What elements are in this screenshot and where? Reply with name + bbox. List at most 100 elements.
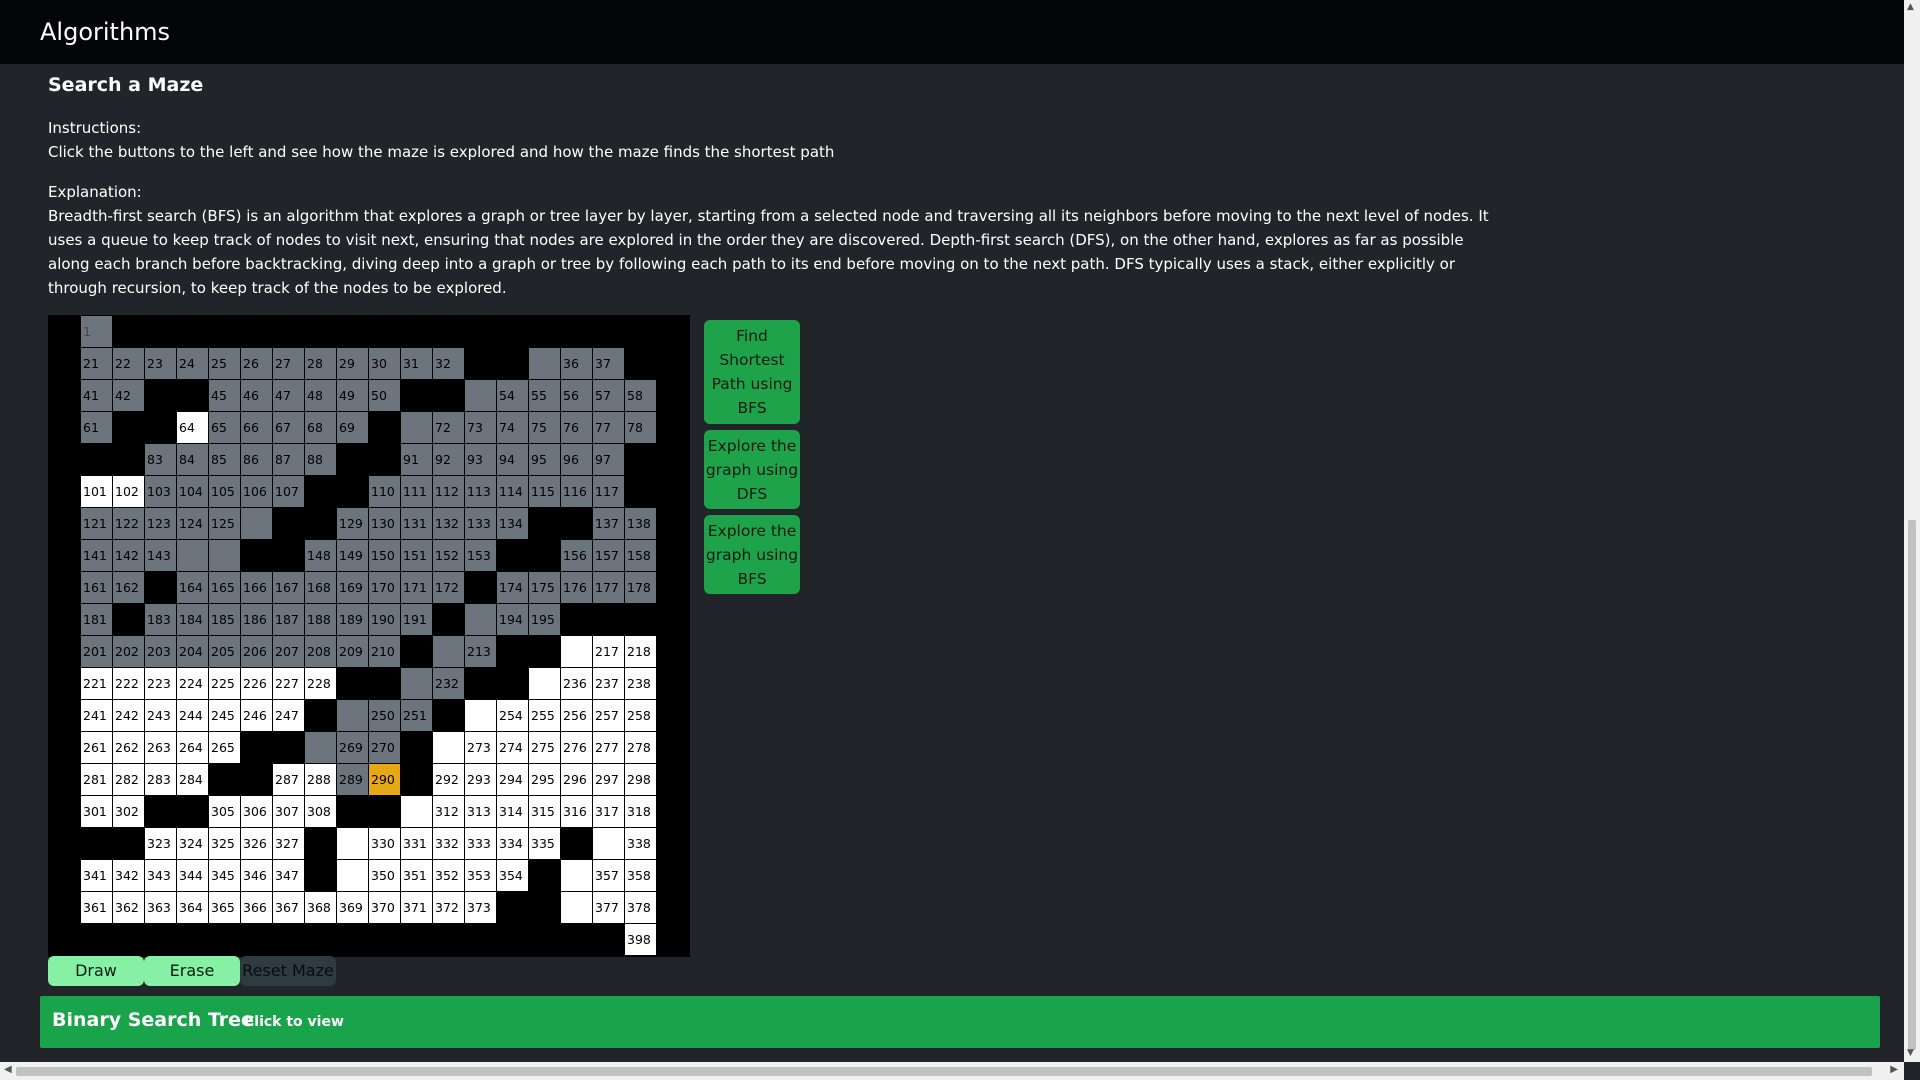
- maze-cell[interactable]: 29: [337, 348, 369, 380]
- maze-cell[interactable]: 358: [625, 860, 657, 892]
- maze-cell[interactable]: [49, 348, 81, 380]
- maze-cell[interactable]: 294: [497, 764, 529, 796]
- maze-cell[interactable]: [561, 924, 593, 956]
- maze-cell[interactable]: 354: [497, 860, 529, 892]
- maze-cell[interactable]: [273, 508, 305, 540]
- maze-cell[interactable]: [145, 924, 177, 956]
- maze-cell[interactable]: 330: [369, 828, 401, 860]
- erase-button[interactable]: Erase: [144, 956, 240, 986]
- maze-cell[interactable]: 214: [497, 636, 529, 668]
- horizontal-scroll-thumb[interactable]: [16, 1067, 1872, 1076]
- maze-cell[interactable]: 66: [241, 412, 273, 444]
- maze-cell[interactable]: 133: [465, 508, 497, 540]
- maze-cell[interactable]: 208: [305, 636, 337, 668]
- maze-cell[interactable]: 225: [209, 668, 241, 700]
- maze-cell[interactable]: 362: [113, 892, 145, 924]
- maze-cell[interactable]: 305: [209, 796, 241, 828]
- maze-cell[interactable]: 190: [369, 604, 401, 636]
- maze-cell[interactable]: 332: [433, 828, 465, 860]
- maze-cell[interactable]: 367: [273, 892, 305, 924]
- maze-cell[interactable]: 313: [465, 796, 497, 828]
- maze-cell[interactable]: [49, 476, 81, 508]
- maze-cell[interactable]: [593, 316, 625, 348]
- maze-cell[interactable]: 21: [81, 348, 113, 380]
- maze-cell[interactable]: 326: [241, 828, 273, 860]
- maze-cell[interactable]: 221: [81, 668, 113, 700]
- vertical-scroll-thumb[interactable]: [1908, 520, 1916, 1050]
- maze-cell[interactable]: 33: [465, 348, 497, 380]
- maze-cell[interactable]: [337, 828, 369, 860]
- maze-cell[interactable]: [657, 316, 689, 348]
- maze-cell[interactable]: [177, 316, 209, 348]
- maze-cell[interactable]: [561, 860, 593, 892]
- maze-cell[interactable]: [657, 476, 689, 508]
- maze-cell[interactable]: 398: [625, 924, 657, 956]
- maze-cell[interactable]: 343: [145, 860, 177, 892]
- maze-cell[interactable]: 262: [113, 732, 145, 764]
- maze-cell[interactable]: 174: [497, 572, 529, 604]
- maze-cell[interactable]: 47: [273, 380, 305, 412]
- maze-cell[interactable]: 132: [433, 508, 465, 540]
- maze-cell[interactable]: [49, 796, 81, 828]
- maze-cell[interactable]: 76: [561, 412, 593, 444]
- maze-cell[interactable]: 101: [81, 476, 113, 508]
- maze-cell[interactable]: 263: [145, 732, 177, 764]
- maze-cell[interactable]: 295: [529, 764, 561, 796]
- maze-cell[interactable]: [49, 892, 81, 924]
- maze-cell[interactable]: 247: [273, 700, 305, 732]
- maze-cell[interactable]: 282: [113, 764, 145, 796]
- maze-cell[interactable]: 168: [305, 572, 337, 604]
- maze-cell[interactable]: [465, 316, 497, 348]
- maze-cell[interactable]: [273, 732, 305, 764]
- maze-cell[interactable]: 217: [593, 636, 625, 668]
- maze-cell[interactable]: 252: [433, 700, 465, 732]
- maze-cell[interactable]: 368: [305, 892, 337, 924]
- maze-cell[interactable]: 175: [529, 572, 561, 604]
- maze-cell[interactable]: 297: [593, 764, 625, 796]
- maze-cell[interactable]: 205: [209, 636, 241, 668]
- maze-cell[interactable]: 243: [145, 700, 177, 732]
- maze-cell[interactable]: [593, 604, 625, 636]
- maze-cell[interactable]: 224: [177, 668, 209, 700]
- maze-cell[interactable]: 325: [209, 828, 241, 860]
- maze-cell[interactable]: 377: [593, 892, 625, 924]
- maze-cell[interactable]: 255: [529, 700, 561, 732]
- maze-cell[interactable]: 152: [433, 540, 465, 572]
- maze-cell[interactable]: [657, 700, 689, 732]
- maze-cell[interactable]: 67: [273, 412, 305, 444]
- maze-cell[interactable]: 111: [401, 476, 433, 508]
- maze-cell[interactable]: 48: [305, 380, 337, 412]
- maze-cell[interactable]: [657, 764, 689, 796]
- maze-cell[interactable]: 364: [177, 892, 209, 924]
- maze-cell[interactable]: 241: [81, 700, 113, 732]
- maze-cell[interactable]: [657, 508, 689, 540]
- maze-cell[interactable]: 69: [337, 412, 369, 444]
- maze-cell[interactable]: [433, 732, 465, 764]
- maze-cell[interactable]: 242: [113, 700, 145, 732]
- maze-cell[interactable]: 248: [305, 700, 337, 732]
- draw-button[interactable]: Draw: [48, 956, 144, 986]
- maze-cell[interactable]: [241, 316, 273, 348]
- maze-cell[interactable]: [657, 348, 689, 380]
- maze-cell[interactable]: 177: [593, 572, 625, 604]
- maze-cell[interactable]: [497, 668, 529, 700]
- maze-cell[interactable]: 302: [113, 796, 145, 828]
- vertical-scrollbar[interactable]: ▲ ▼: [1904, 0, 1920, 1062]
- maze-cell[interactable]: 218: [625, 636, 657, 668]
- maze-cell[interactable]: 338: [625, 828, 657, 860]
- maze-cell[interactable]: [337, 316, 369, 348]
- maze-cell[interactable]: 167: [273, 572, 305, 604]
- maze-cell[interactable]: 23: [145, 348, 177, 380]
- maze-cell[interactable]: [497, 348, 529, 380]
- maze-cell[interactable]: [657, 604, 689, 636]
- maze-cell[interactable]: 138: [625, 508, 657, 540]
- maze-cell[interactable]: 95: [529, 444, 561, 476]
- maze-cell[interactable]: [657, 444, 689, 476]
- maze-cell[interactable]: [49, 604, 81, 636]
- maze-cell[interactable]: 183: [145, 604, 177, 636]
- maze-cell[interactable]: 347: [273, 860, 305, 892]
- explore-bfs-button[interactable]: Explore the graph using BFS: [704, 515, 800, 594]
- maze-cell[interactable]: [177, 380, 209, 412]
- maze-cell[interactable]: [465, 380, 497, 412]
- maze-grid[interactable]: 1 21 22 23 24 25 26 27 28 29 30 31 32 33 36 37 38 41 42 45 4…: [48, 315, 690, 957]
